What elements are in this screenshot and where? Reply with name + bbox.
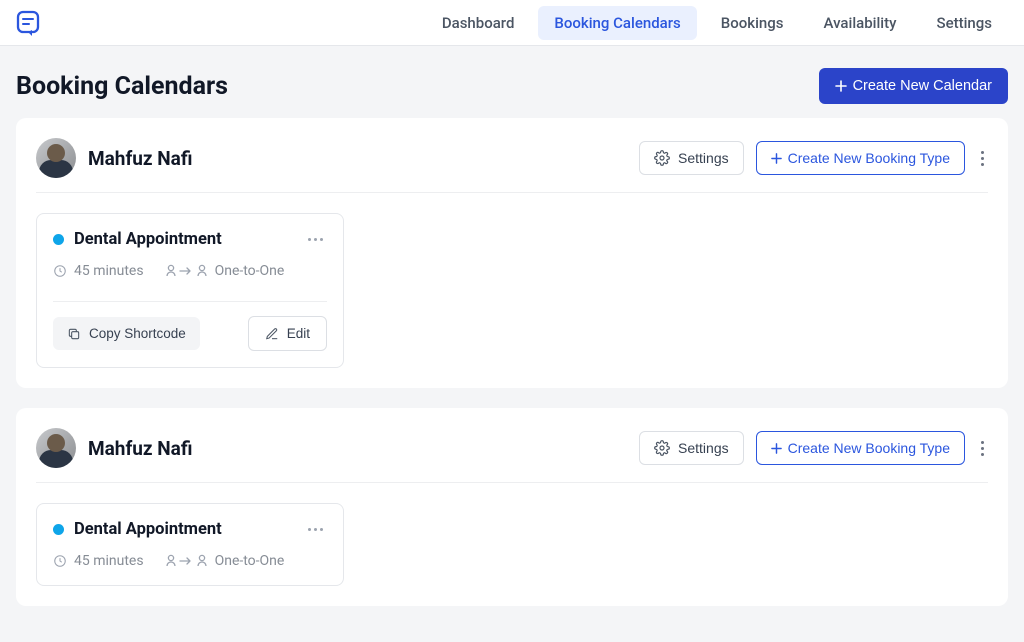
nav-booking-calendars[interactable]: Booking Calendars: [538, 6, 696, 40]
booking-duration: 45 minutes: [53, 553, 144, 569]
page-header: Booking Calendars Create New Calendar: [0, 46, 1024, 118]
booking-type-card: Dental Appointment 45 minutes: [36, 213, 344, 368]
calendar-actions: Settings Create New Booking Type: [639, 431, 988, 465]
booking-type-header: Dental Appointment: [53, 520, 327, 539]
copy-icon: [67, 327, 81, 341]
calendar-settings-button[interactable]: Settings: [639, 141, 744, 175]
calendar-card-header: Mahfuz Nafi Settings Create New Booking …: [36, 428, 988, 483]
booking-type-more-menu[interactable]: [304, 524, 327, 535]
booking-type-title-wrap: Dental Appointment: [53, 520, 222, 539]
booking-actions: Copy Shortcode Edit: [53, 316, 327, 351]
status-dot: [53, 524, 64, 535]
divider: [53, 301, 327, 302]
calendar-settings-label: Settings: [678, 440, 729, 456]
clock-icon: [53, 554, 67, 568]
calendar-actions: Settings Create New Booking Type: [639, 141, 988, 175]
plus-icon: [835, 80, 847, 92]
create-new-calendar-button[interactable]: Create New Calendar: [819, 68, 1008, 104]
create-new-calendar-label: Create New Calendar: [853, 78, 992, 94]
avatar: [36, 428, 76, 468]
calendar-card: Mahfuz Nafi Settings Create New Booking …: [16, 118, 1008, 388]
booking-meta: 45 minutes One-to-One: [53, 263, 327, 279]
calendar-owner: Mahfuz Nafi: [36, 138, 192, 178]
booking-duration-text: 45 minutes: [74, 553, 144, 569]
edit-label: Edit: [287, 326, 310, 341]
booking-type-header: Dental Appointment: [53, 230, 327, 249]
calendar-settings-label: Settings: [678, 150, 729, 166]
booking-type-title: Dental Appointment: [74, 520, 222, 539]
one-to-one-icon: [166, 264, 208, 278]
copy-shortcode-label: Copy Shortcode: [89, 326, 186, 341]
calendar-owner: Mahfuz Nafi: [36, 428, 192, 468]
create-booking-type-button[interactable]: Create New Booking Type: [756, 141, 965, 175]
calendar-owner-name: Mahfuz Nafi: [88, 437, 192, 460]
edit-button[interactable]: Edit: [248, 316, 327, 351]
copy-shortcode-button[interactable]: Copy Shortcode: [53, 317, 200, 350]
booking-duration: 45 minutes: [53, 263, 144, 279]
booking-mode: One-to-One: [166, 553, 285, 569]
gear-icon: [654, 150, 670, 166]
content: Mahfuz Nafi Settings Create New Booking …: [0, 118, 1024, 642]
gear-icon: [654, 440, 670, 456]
calendar-settings-button[interactable]: Settings: [639, 431, 744, 465]
create-booking-type-label: Create New Booking Type: [788, 440, 950, 456]
booking-meta: 45 minutes One-to-One: [53, 553, 327, 569]
booking-mode: One-to-One: [166, 263, 285, 279]
calendar-more-menu[interactable]: [977, 147, 988, 170]
create-booking-type-button[interactable]: Create New Booking Type: [756, 431, 965, 465]
booking-mode-text: One-to-One: [215, 263, 285, 279]
booking-type-title-wrap: Dental Appointment: [53, 230, 222, 249]
status-dot: [53, 234, 64, 245]
calendar-more-menu[interactable]: [977, 437, 988, 460]
nav-dashboard[interactable]: Dashboard: [426, 6, 531, 40]
plus-icon: [771, 443, 782, 454]
booking-type-title: Dental Appointment: [74, 230, 222, 249]
calendar-card-header: Mahfuz Nafi Settings Create New Booking …: [36, 138, 988, 193]
avatar: [36, 138, 76, 178]
calendar-card: Mahfuz Nafi Settings Create New Booking …: [16, 408, 1008, 606]
clock-icon: [53, 264, 67, 278]
page-title: Booking Calendars: [16, 72, 228, 101]
logo-icon: [16, 10, 40, 36]
nav-bookings[interactable]: Bookings: [705, 6, 800, 40]
plus-icon: [771, 153, 782, 164]
booking-type-more-menu[interactable]: [304, 234, 327, 245]
top-header: Dashboard Booking Calendars Bookings Ava…: [0, 0, 1024, 46]
nav-settings[interactable]: Settings: [920, 6, 1008, 40]
booking-duration-text: 45 minutes: [74, 263, 144, 279]
booking-type-card: Dental Appointment 45 minutes: [36, 503, 344, 586]
create-booking-type-label: Create New Booking Type: [788, 150, 950, 166]
booking-mode-text: One-to-One: [215, 553, 285, 569]
calendar-owner-name: Mahfuz Nafi: [88, 147, 192, 170]
app-logo: [16, 11, 40, 35]
nav-availability[interactable]: Availability: [808, 6, 913, 40]
one-to-one-icon: [166, 554, 208, 568]
edit-icon: [265, 327, 279, 341]
main-nav: Dashboard Booking Calendars Bookings Ava…: [426, 6, 1008, 40]
